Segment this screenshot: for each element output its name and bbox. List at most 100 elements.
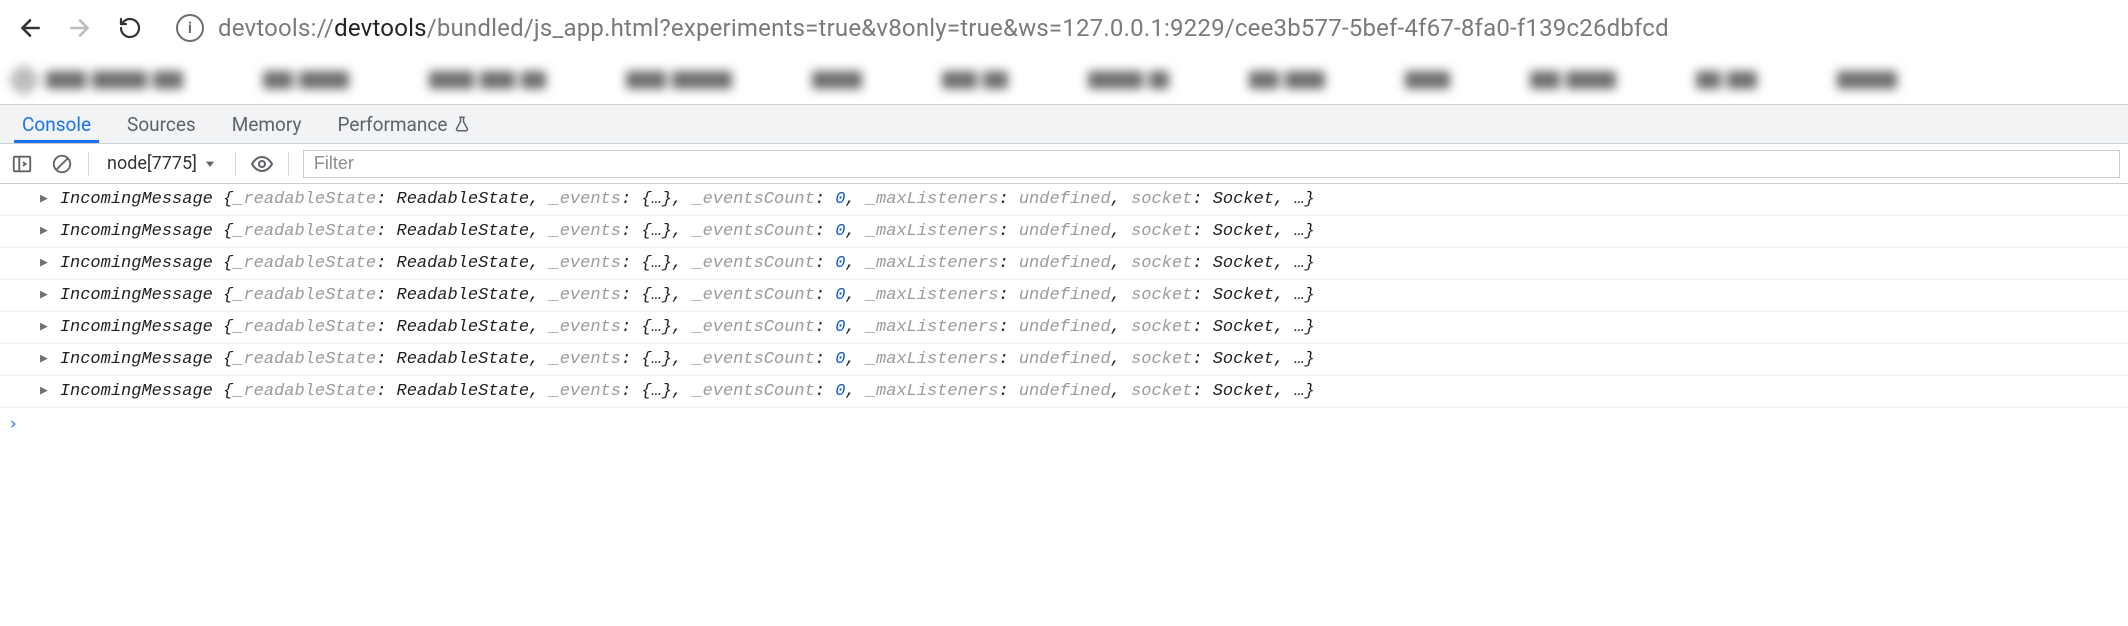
prop-value: {…} [641,350,672,369]
tab-sources-label: Sources [127,113,196,136]
prop-value: {…} [641,382,672,401]
comma: , [529,350,549,369]
toggle-sidebar-button[interactable] [4,146,40,182]
disclosure-triangle-icon[interactable]: ▶ [40,255,48,270]
ellipsis: … [1294,254,1304,273]
log-row[interactable]: ▶ IncomingMessage {_readableState: Readab… [0,312,2128,344]
prop-value: ReadableState [397,286,530,305]
prop-key: _events [550,222,621,241]
brace-open: { [213,318,233,337]
brace-close: } [1305,286,1315,305]
comma: , [672,190,692,209]
colon: : [998,318,1018,337]
colon: : [998,350,1018,369]
tab-memory[interactable]: Memory [214,105,320,143]
prop-value: 0 [835,318,845,337]
log-row[interactable]: ▶IncomingMessage {_readableState: Readab… [0,376,2128,408]
colon: : [998,286,1018,305]
log-row[interactable]: ▶IncomingMessage {_readableState: Readab… [0,344,2128,376]
prop-key: _maxListeners [866,382,999,401]
disclosure-triangle-icon[interactable]: ▶ [40,319,48,334]
comma: , [845,286,865,305]
brace-close: } [1305,254,1315,273]
colon: : [1192,382,1212,401]
prop-value: Socket [1213,222,1274,241]
comma: , [845,190,865,209]
reload-button[interactable] [110,8,150,48]
ellipsis: … [1294,190,1304,209]
comma: , [1111,350,1131,369]
filter-input[interactable] [303,150,2120,178]
comma: , [1111,254,1131,273]
prop-key: _readableState [233,318,376,337]
prop-value: 0 [835,254,845,273]
prop-key: _maxListeners [866,222,999,241]
ellipsis: … [1294,350,1304,369]
prop-value: {…} [641,222,672,241]
globe-icon [12,68,36,92]
colon: : [815,190,835,209]
object-class: IncomingMessage [60,222,213,241]
comma: , [672,254,692,273]
log-object: IncomingMessage {_readableState: Readabl… [60,318,1315,337]
comma: , [1111,382,1131,401]
log-row[interactable]: ▶IncomingMessage {_readableState: Readab… [0,280,2128,312]
prop-key: _eventsCount [692,286,814,305]
prop-key: _events [550,318,621,337]
comma: , [845,382,865,401]
ellipsis: … [1294,286,1304,305]
comma: , [672,382,692,401]
disclosure-triangle-icon[interactable]: ▶ [40,191,48,206]
brace-open: { [213,350,233,369]
eye-icon [250,152,274,176]
colon: : [621,286,641,305]
prop-key: _events [550,382,621,401]
colon: : [376,286,396,305]
colon: : [815,318,835,337]
prop-value: Socket [1213,286,1274,305]
prop-value: undefined [1019,350,1111,369]
url-bar[interactable]: i devtools://devtools/bundled/js_app.htm… [176,14,2118,42]
comma: , [1274,254,1294,273]
back-button[interactable] [10,8,50,48]
object-class: IncomingMessage [60,190,213,209]
separator [235,152,236,176]
tab-performance-label: Performance [338,113,448,136]
prop-value: 0 [835,350,845,369]
clear-console-button[interactable] [44,146,80,182]
sidebar-icon [11,153,33,175]
tab-memory-label: Memory [232,113,302,136]
prop-value: {…} [641,318,672,337]
log-row[interactable]: ▶IncomingMessage {_readableState: Readab… [0,216,2128,248]
comma: , [672,318,692,337]
disclosure-triangle-icon[interactable]: ▶ [40,223,48,238]
comma: , [529,382,549,401]
colon: : [998,254,1018,273]
disclosure-triangle-icon[interactable]: ▶ [40,287,48,302]
console-prompt[interactable]: › [0,408,2128,440]
context-selector[interactable]: node[7775] [97,153,227,174]
tab-performance[interactable]: Performance [320,105,490,143]
colon: : [1192,350,1212,369]
live-expression-button[interactable] [244,146,280,182]
forward-button[interactable] [60,8,100,48]
prop-key: socket [1131,286,1192,305]
tab-console[interactable]: Console [4,105,109,143]
colon: : [998,190,1018,209]
prop-key: _maxListeners [866,286,999,305]
colon: : [621,254,641,273]
disclosure-triangle-icon[interactable]: ▶ [40,351,48,366]
comma: , [1111,222,1131,241]
comma: , [529,318,549,337]
comma: , [1111,286,1131,305]
site-info-button[interactable]: i [176,14,204,42]
comma: , [1274,318,1294,337]
tab-sources[interactable]: Sources [109,105,214,143]
log-row[interactable]: ▶IncomingMessage {_readableState: Readab… [0,184,2128,216]
disclosure-triangle-icon[interactable]: ▶ [40,383,48,398]
prop-key: _events [550,350,621,369]
url-scheme: devtools [218,14,311,42]
log-row[interactable]: ▶IncomingMessage {_readableState: Readab… [0,248,2128,280]
url-text: devtools://devtools/bundled/js_app.html?… [218,14,1669,42]
console-log[interactable]: ▶ IncomingMessage {_readableState: Readab… [0,184,2128,626]
